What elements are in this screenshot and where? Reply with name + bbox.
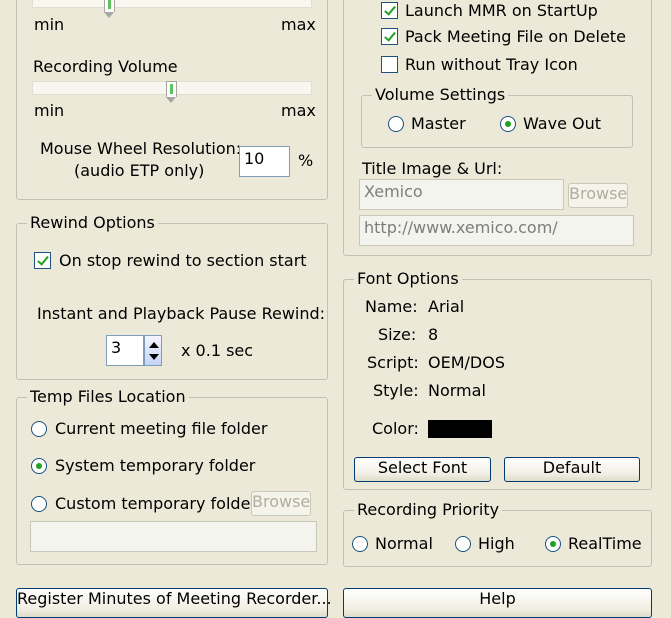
on-stop-rewind-checkbox[interactable] bbox=[34, 252, 51, 269]
recording-volume-max-label: max bbox=[281, 101, 316, 120]
pause-rewind-spinner[interactable] bbox=[144, 335, 162, 366]
launch-on-startup-label: Launch MMR on StartUp bbox=[405, 1, 598, 20]
volume-master-radio[interactable] bbox=[388, 116, 404, 132]
volume-wave-label: Wave Out bbox=[523, 114, 602, 133]
temp-custom-folder-radio[interactable] bbox=[31, 496, 47, 512]
select-font-button[interactable]: Select Font bbox=[354, 457, 491, 482]
mouse-wheel-resolution-input[interactable]: 10 bbox=[239, 146, 290, 177]
priority-realtime-label: RealTime bbox=[568, 534, 642, 553]
temp-system-folder-radio[interactable] bbox=[31, 458, 47, 474]
recording-volume-slider-thumb[interactable] bbox=[166, 81, 178, 103]
run-without-tray-label: Run without Tray Icon bbox=[405, 55, 578, 74]
font-name-value: Arial bbox=[428, 297, 465, 316]
playback-volume-slider-thumb[interactable] bbox=[104, 0, 116, 18]
priority-high-radio[interactable] bbox=[455, 536, 471, 552]
font-size-value: 8 bbox=[428, 325, 439, 344]
title-image-name-input[interactable]: Xemico bbox=[359, 179, 564, 210]
slider1-min-label: min bbox=[34, 15, 65, 34]
register-button[interactable]: Register Minutes of Meeting Recorder... bbox=[16, 588, 332, 618]
font-color-label: Color: bbox=[372, 419, 419, 438]
temp-custom-folder-label: Custom temporary folder bbox=[55, 494, 257, 513]
playback-volume-slider-track[interactable] bbox=[32, 0, 312, 8]
default-font-button[interactable]: Default bbox=[504, 457, 640, 482]
font-options-title: Font Options bbox=[354, 269, 462, 289]
launch-on-startup-checkbox[interactable] bbox=[381, 2, 398, 19]
mouse-wheel-label-line2: (audio ETP only) bbox=[74, 161, 205, 180]
temp-current-folder-radio[interactable] bbox=[31, 421, 47, 437]
font-style-label: Style: bbox=[373, 381, 419, 400]
run-without-tray-checkbox[interactable] bbox=[381, 56, 398, 73]
font-color-swatch bbox=[428, 420, 492, 438]
priority-high-label: High bbox=[478, 534, 515, 553]
pause-rewind-input[interactable]: 3 bbox=[106, 335, 144, 366]
pack-meeting-label: Pack Meeting File on Delete bbox=[405, 27, 626, 46]
recording-volume-min-label: min bbox=[34, 101, 65, 120]
title-url-input[interactable]: http://www.xemico.com/ bbox=[359, 215, 634, 246]
font-style-value: Normal bbox=[428, 381, 486, 400]
volume-master-label: Master bbox=[411, 114, 466, 133]
rewind-options-group: Rewind Options bbox=[16, 213, 328, 380]
font-script-label: Script: bbox=[367, 353, 419, 372]
priority-normal-label: Normal bbox=[375, 534, 433, 553]
font-size-label: Size: bbox=[378, 325, 417, 344]
recording-priority-title: Recording Priority bbox=[354, 500, 503, 520]
title-image-browse-button[interactable]: Browse bbox=[568, 183, 628, 208]
priority-normal-radio[interactable] bbox=[352, 536, 368, 552]
temp-current-folder-label: Current meeting file folder bbox=[55, 419, 268, 438]
font-script-value: OEM/DOS bbox=[428, 353, 505, 372]
temp-system-folder-label: System temporary folder bbox=[55, 456, 256, 475]
priority-realtime-radio[interactable] bbox=[545, 536, 561, 552]
volume-wave-radio[interactable] bbox=[500, 116, 516, 132]
help-button[interactable]: Help bbox=[343, 588, 652, 618]
mouse-wheel-label-line1: Mouse Wheel Resolution: bbox=[40, 139, 242, 158]
on-stop-rewind-label: On stop rewind to section start bbox=[59, 251, 307, 270]
pause-rewind-unit: x 0.1 sec bbox=[181, 341, 254, 360]
spin-up-icon[interactable] bbox=[149, 342, 159, 348]
mouse-wheel-unit: % bbox=[298, 151, 314, 170]
pause-rewind-label: Instant and Playback Pause Rewind: bbox=[37, 304, 326, 323]
recording-volume-label: Recording Volume bbox=[33, 57, 178, 76]
rewind-options-title: Rewind Options bbox=[27, 213, 158, 233]
slider1-max-label: max bbox=[281, 15, 316, 34]
temp-files-title: Temp Files Location bbox=[27, 387, 189, 407]
temp-custom-path-input[interactable] bbox=[30, 521, 317, 552]
volume-settings-title: Volume Settings bbox=[372, 85, 509, 105]
font-name-label: Name: bbox=[365, 297, 418, 316]
title-image-label: Title Image & Url: bbox=[362, 159, 503, 178]
pack-meeting-checkbox[interactable] bbox=[381, 28, 398, 45]
temp-browse-button[interactable]: Browse bbox=[251, 491, 311, 516]
spin-down-icon[interactable] bbox=[149, 354, 159, 360]
